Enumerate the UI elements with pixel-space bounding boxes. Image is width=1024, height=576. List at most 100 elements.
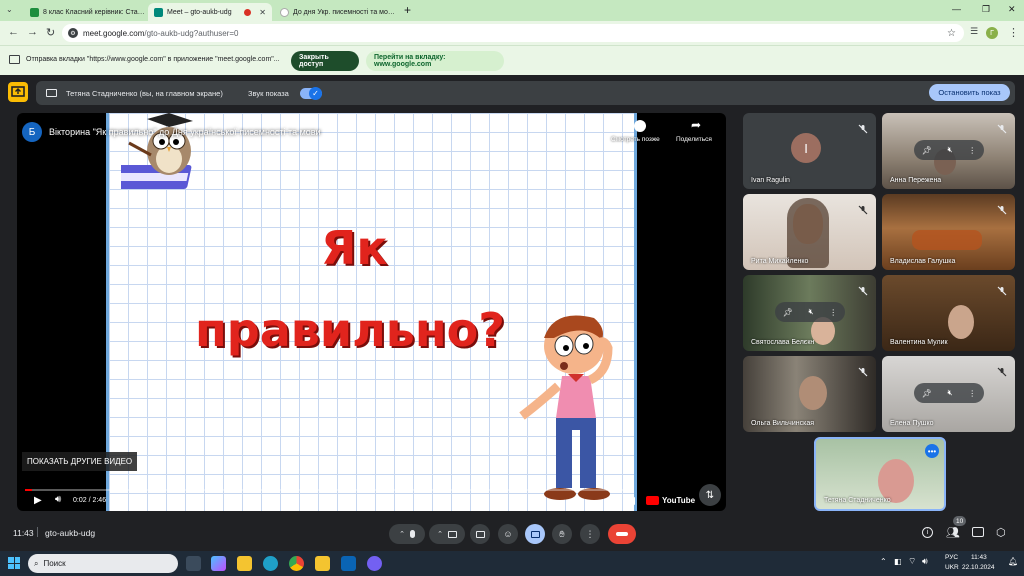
share-label[interactable]: Поделиться xyxy=(676,136,712,143)
wifi-icon[interactable]: ⌔ xyxy=(908,556,916,567)
share-arrow-icon[interactable]: ➦ xyxy=(691,118,701,132)
restore-icon[interactable]: ❐ xyxy=(982,4,990,15)
outlook-icon[interactable] xyxy=(341,556,356,571)
tray-time[interactable]: 11:43 xyxy=(971,554,987,561)
copilot-icon[interactable] xyxy=(211,556,226,571)
site-info-icon[interactable]: ⚙ xyxy=(68,28,78,38)
viber-icon[interactable] xyxy=(367,556,382,571)
minimize-icon[interactable]: — xyxy=(952,4,961,14)
more-options-icon[interactable]: ⋮ xyxy=(829,308,837,317)
participant-tile[interactable]: Владислав Галушка xyxy=(882,194,1015,270)
participant-tile[interactable]: 📌︎ 🔇︎ ⋮ Святослава Белєкн xyxy=(743,275,876,351)
reactions-button[interactable]: ☺ xyxy=(498,524,518,544)
close-window-icon[interactable]: ✕ xyxy=(1008,4,1016,15)
hand-icon[interactable]: ✋︎ xyxy=(559,529,564,540)
sound-toggle[interactable]: ✓ xyxy=(300,87,322,100)
camera-icon[interactable] xyxy=(447,530,457,538)
people-icon[interactable]: 👥︎ xyxy=(946,526,960,539)
emoji-icon[interactable]: ☺ xyxy=(503,529,512,539)
captions-button[interactable] xyxy=(470,524,490,544)
captions-icon[interactable] xyxy=(625,497,635,505)
participant-tile[interactable]: 📌︎ 🔇︎ ⋮ Елена Пушко xyxy=(882,356,1015,432)
task-view-icon[interactable] xyxy=(186,556,201,571)
pin-icon[interactable]: 📌︎ xyxy=(922,146,932,155)
bookmark-star-icon[interactable]: ☆ xyxy=(947,28,956,39)
participant-tile[interactable]: Валентина Мулик xyxy=(882,275,1015,351)
meeting-info-icon[interactable]: i xyxy=(922,527,933,538)
more-options-icon[interactable]: ⋮ xyxy=(968,146,976,155)
mic-control[interactable]: ⌃ xyxy=(389,524,425,544)
notification-bell-icon[interactable]: 🔔︎ xyxy=(1008,557,1018,566)
back-icon[interactable]: ← xyxy=(8,26,19,38)
tab-search-icon[interactable]: ⌄ xyxy=(6,5,13,14)
swap-layout-button[interactable]: ⇅ xyxy=(699,484,721,506)
raise-hand-button[interactable]: ✋︎ xyxy=(552,524,572,544)
tab-google-doc[interactable]: До дня Укр. писемності та мо… ✕ xyxy=(274,3,396,21)
pin-icon[interactable]: 📌︎ xyxy=(922,389,932,398)
self-view-tile[interactable]: ••• Тетяна Стадниченко xyxy=(814,437,946,511)
close-tab-icon[interactable]: ✕ xyxy=(259,8,266,17)
more-options-icon[interactable]: ⋮ xyxy=(968,389,976,398)
chevron-up-icon[interactable]: ⌃ xyxy=(437,530,443,538)
new-tab-button[interactable]: + xyxy=(404,3,411,17)
lang-top[interactable]: РУС xyxy=(945,554,958,561)
present-screen-icon[interactable] xyxy=(530,530,540,538)
profile-avatar[interactable]: Г xyxy=(986,27,998,39)
participant-tile[interactable]: Ольга Вильчинская xyxy=(743,356,876,432)
present-now-button[interactable] xyxy=(525,524,545,544)
chevron-up-icon[interactable]: ⌃ xyxy=(399,530,405,538)
chat-icon[interactable] xyxy=(972,527,984,537)
taskbar-search-box[interactable]: ⌕ Поиск xyxy=(28,554,178,573)
chrome-icon[interactable] xyxy=(289,556,304,571)
participant-tile[interactable]: Рита Михайленко xyxy=(743,194,876,270)
file-explorer-icon[interactable] xyxy=(237,556,252,571)
activities-icon[interactable]: ⬡ xyxy=(996,526,1006,539)
video-title[interactable]: Вікторина "Як правильно" до Дня українсь… xyxy=(49,127,321,137)
tray-date[interactable]: 22.10.2024 xyxy=(962,564,995,571)
edge-icon[interactable] xyxy=(263,556,278,571)
youtube-label[interactable]: YouTube xyxy=(662,496,695,505)
tile-hover-controls[interactable]: 📌︎ 🔇︎ ⋮ xyxy=(914,383,984,403)
close-access-button[interactable]: Закрыть доступ xyxy=(291,51,359,71)
mute-participant-icon[interactable]: 🔇︎ xyxy=(948,145,953,155)
mute-participant-icon[interactable]: 🔇︎ xyxy=(948,388,953,398)
show-hidden-icons-icon[interactable]: ⌃ xyxy=(880,557,887,566)
lang-bottom[interactable]: UKR xyxy=(945,564,959,571)
volume-icon[interactable]: 🔊︎ xyxy=(922,556,928,567)
leave-call-button[interactable] xyxy=(608,524,636,544)
reload-icon[interactable]: ↻ xyxy=(46,26,55,39)
files-icon[interactable] xyxy=(315,556,330,571)
youtube-logo-icon[interactable] xyxy=(646,496,659,505)
watch-later-label[interactable]: Смотреть позже xyxy=(611,136,660,143)
video-progress-track[interactable] xyxy=(25,489,625,491)
pin-icon[interactable]: 📌︎ xyxy=(783,308,793,317)
windows-start-icon[interactable] xyxy=(8,557,20,569)
more-options-icon[interactable]: ⋮ xyxy=(586,529,595,540)
presentation-stage[interactable]: Як правильно? Б Вікторина "Як правильно"… xyxy=(17,113,726,511)
tab-groups-icon[interactable]: ☰ xyxy=(970,26,978,37)
stop-presenting-button[interactable]: Остановить показ xyxy=(929,84,1010,101)
captions-icon[interactable] xyxy=(475,530,485,538)
mute-participant-icon[interactable]: 🔇︎ xyxy=(809,307,814,317)
play-icon[interactable]: ▶ xyxy=(34,495,42,506)
microphone-icon[interactable] xyxy=(409,530,415,538)
self-options-icon[interactable]: ••• xyxy=(925,444,939,458)
volume-icon[interactable]: 🔊︎ xyxy=(55,494,61,505)
tab-class-teacher[interactable]: 8 клас Класний керівник: Ста… ✕ xyxy=(24,3,146,21)
forward-icon[interactable]: → xyxy=(27,26,38,38)
camera-control[interactable]: ⌃ xyxy=(429,524,465,544)
participant-tile[interactable]: I Ivan Ragulin xyxy=(743,113,876,189)
more-videos-button[interactable]: ПОКАЗАТЬ ДРУГИЕ ВИДЕО xyxy=(22,452,138,471)
tile-hover-controls[interactable]: 📌︎ 🔇︎ ⋮ xyxy=(775,302,845,322)
hang-up-icon[interactable] xyxy=(616,532,628,536)
channel-avatar[interactable]: Б xyxy=(22,122,42,142)
more-options-button[interactable]: ⋮ xyxy=(580,524,600,544)
network-icon[interactable]: ◧ xyxy=(894,557,902,566)
watch-later-icon[interactable] xyxy=(634,120,646,132)
menu-dots-icon[interactable]: ⋮ xyxy=(1008,26,1019,39)
go-to-tab-button[interactable]: Перейти на вкладку: www.google.com xyxy=(366,51,504,71)
tab-meet[interactable]: Meet – gto-aukb-udg ✕ xyxy=(148,3,272,21)
participant-tile[interactable]: 📌︎ 🔇︎ ⋮ Анна Переженa xyxy=(882,113,1015,189)
address-bar[interactable]: ⚙ meet.google.com/gto-aukb-udg?authuser=… xyxy=(62,24,964,42)
tile-hover-controls[interactable]: 📌︎ 🔇︎ ⋮ xyxy=(914,140,984,160)
